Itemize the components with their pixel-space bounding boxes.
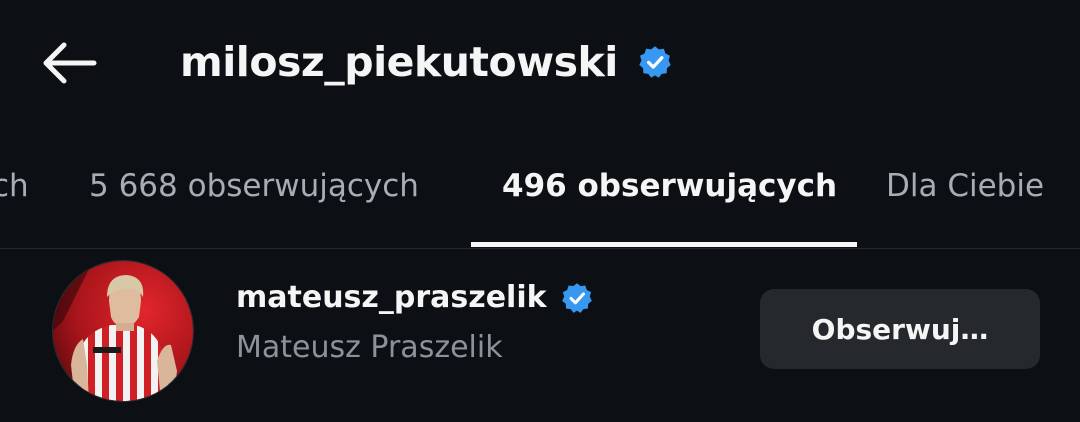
follow-tabs: ch 5 668 obserwujących 496 obserwujących… bbox=[0, 150, 1080, 250]
username-link[interactable]: mateusz_praszelik bbox=[236, 280, 593, 315]
following-list-screen: milosz_piekutowski ch 5 668 obserwującyc… bbox=[0, 0, 1080, 422]
arrow-left-icon bbox=[43, 42, 97, 84]
top-bar: milosz_piekutowski bbox=[0, 0, 1080, 124]
tab-partial[interactable]: ch bbox=[0, 168, 29, 204]
avatar[interactable] bbox=[52, 260, 194, 402]
verified-badge-icon bbox=[561, 282, 593, 314]
full-name: Mateusz Praszelik bbox=[236, 330, 503, 365]
back-button[interactable] bbox=[36, 34, 102, 92]
profile-photo bbox=[53, 261, 193, 401]
tab-for-you[interactable]: Dla Ciebie bbox=[886, 168, 1044, 204]
tabs-divider bbox=[0, 248, 1080, 249]
page-title: milosz_piekutowski bbox=[180, 38, 618, 86]
username: mateusz_praszelik bbox=[236, 280, 547, 315]
active-tab-indicator bbox=[471, 242, 857, 247]
verified-badge-icon bbox=[638, 45, 672, 79]
tab-followers-mutual[interactable]: 5 668 obserwujących bbox=[89, 168, 419, 204]
list-item[interactable]: mateusz_praszelik Mateusz Praszelik Obse… bbox=[0, 252, 1080, 412]
profile-title: milosz_piekutowski bbox=[180, 30, 672, 94]
tab-following[interactable]: 496 obserwujących bbox=[502, 168, 837, 204]
follow-button[interactable]: Obserwuj… bbox=[760, 289, 1040, 369]
